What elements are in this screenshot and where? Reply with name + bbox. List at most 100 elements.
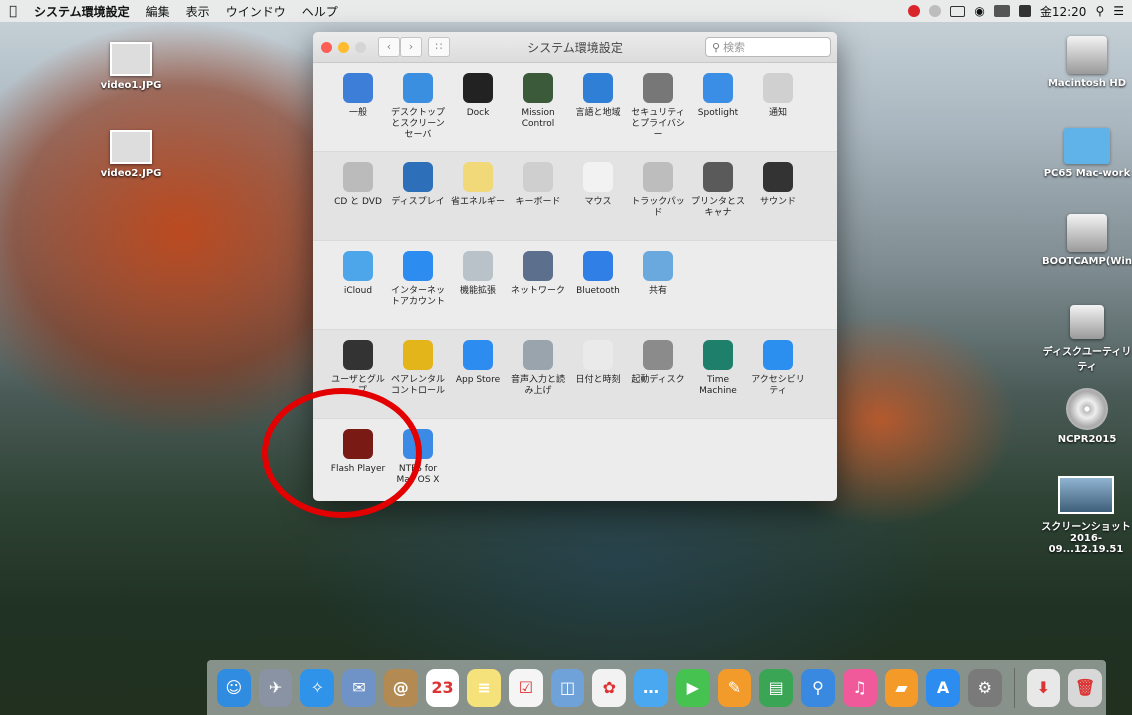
pref-pane-spotlight[interactable]: Spotlight (689, 63, 747, 151)
pref-pane-mission-control[interactable]: Mission Control (509, 63, 567, 151)
notification-center-icon[interactable]: ☰ (1113, 4, 1124, 18)
dock-keynote-icon[interactable]: ⚲ (801, 668, 835, 707)
input-method-icon[interactable] (1018, 5, 1031, 17)
pref-pane-parental[interactable]: ペアレンタルコントロール (389, 330, 447, 418)
search-icon: ⚲ (712, 40, 721, 54)
search-field[interactable]: ⚲ 検索 (705, 37, 831, 57)
dock-safari-icon[interactable]: ✧ (300, 668, 335, 707)
dock-contacts-icon[interactable]: @ (383, 668, 418, 707)
icloud-icon (343, 251, 373, 281)
pref-pane-internet-accounts[interactable]: インターネットアカウント (389, 241, 447, 329)
pref-pane-app-store[interactable]: App Store (449, 330, 507, 418)
desktop-pc65-folder[interactable]: PC65 Mac-work (1042, 128, 1132, 179)
menu-edit[interactable]: 編集 (138, 3, 178, 20)
desktop-file-video2[interactable]: video2.JPG (86, 130, 176, 179)
desktop-item-label: PC65 Mac-work (1043, 168, 1131, 179)
forward-button[interactable]: › (400, 37, 422, 57)
dock-pages-icon[interactable]: ✎ (717, 668, 752, 707)
dock-photos-icon[interactable]: ✿ (592, 668, 627, 707)
dock-facetime-icon[interactable]: ▶ (675, 668, 710, 707)
close-button[interactable] (321, 41, 332, 53)
dock-itunes-icon[interactable]: ♫ (842, 668, 877, 707)
pref-pane-sound[interactable]: サウンド (749, 152, 807, 240)
pref-pane-notifications[interactable]: 通知 (749, 63, 807, 151)
dock-finder-icon[interactable]: ☺ (217, 668, 251, 707)
pref-pane-display[interactable]: ディスプレイ (389, 152, 447, 240)
pref-pane-mouse[interactable]: マウス (569, 152, 627, 240)
camera-status-icon[interactable] (929, 5, 942, 17)
desktop-file-label: video1.JPG (100, 80, 162, 91)
pref-pane-general[interactable]: 一般 (329, 63, 387, 151)
pref-pane-bluetooth[interactable]: Bluetooth (569, 241, 627, 329)
wifi-icon[interactable]: ◉ (974, 4, 984, 18)
pref-pane-label: サウンド (759, 197, 796, 207)
dock-trash-icon[interactable]: 🗑 (1068, 668, 1102, 707)
desktop-disk-utility[interactable]: ディスクユーティリティ (1042, 305, 1132, 373)
status-area: ◉ 金12:20 ⚲ ☰ (908, 0, 1124, 22)
dock-app-store-icon[interactable]: A (926, 668, 960, 707)
pref-pane-dictation[interactable]: 音声入力と読み上げ (509, 330, 567, 418)
menu-help[interactable]: ヘルプ (294, 3, 346, 20)
menu-window[interactable]: ウインドウ (218, 3, 294, 20)
pref-pane-label: アクセシビリティ (751, 375, 805, 396)
dock-system-preferences-icon[interactable]: ⚙ (967, 668, 1002, 707)
desktop-screenshot[interactable]: スクリーンショット 2016-09...12.19.51 (1040, 476, 1132, 555)
spotlight-menu-icon[interactable]: ⚲ (1095, 4, 1104, 18)
pref-pane-time-machine[interactable]: Time Machine (689, 330, 747, 418)
record-status-icon[interactable] (908, 5, 921, 17)
pref-pane-icloud[interactable]: iCloud (329, 241, 387, 329)
dock-numbers-icon[interactable]: ▤ (759, 668, 794, 707)
pref-pane-language[interactable]: 言語と地域 (569, 63, 627, 151)
users-icon (343, 340, 373, 370)
pref-pane-trackpad[interactable]: トラックパッド (629, 152, 687, 240)
zoom-button[interactable] (355, 41, 366, 53)
pref-pane-printer[interactable]: プリンタとスキャナ (689, 152, 747, 240)
pref-pane-network[interactable]: ネットワーク (509, 241, 567, 329)
pref-pane-label: iCloud (343, 286, 373, 296)
pref-pane-startup-disk[interactable]: 起動ディスク (629, 330, 687, 418)
pref-pane-date-time[interactable]: 日付と時刻 (569, 330, 627, 418)
pref-pane-label: インターネットアカウント (390, 286, 445, 307)
pref-pane-label: マウス (584, 197, 612, 207)
pref-pane-extensions[interactable]: 機能拡張 (449, 241, 507, 329)
dock-calendar-icon[interactable]: 23 (425, 668, 460, 707)
show-all-grid-icon[interactable]: ∷ (428, 37, 450, 57)
red-annotation-circle (262, 388, 422, 518)
pref-pane-label: 省エネルギー (450, 197, 505, 207)
energy-icon (463, 162, 493, 192)
pref-pane-label: Time Machine (699, 375, 737, 396)
menu-system-preferences[interactable]: システム環境設定 (26, 3, 138, 20)
dock-preview-icon[interactable]: ◫ (550, 668, 585, 707)
window-titlebar[interactable]: ‹ › ∷ システム環境設定 ⚲ 検索 (313, 32, 837, 63)
clock[interactable]: 金12:20 (1040, 3, 1087, 20)
pref-pane-cd-dvd[interactable]: CD と DVD (329, 152, 387, 240)
pref-pane-label: デスクトップとスクリーンセーバ (390, 108, 445, 140)
pref-pane-dock[interactable]: Dock (449, 63, 507, 151)
dock-notes-icon[interactable]: ≡ (467, 668, 502, 707)
apple-menu-icon[interactable]:  (0, 4, 26, 19)
language-icon (583, 73, 613, 103)
pref-pane-accessibility[interactable]: アクセシビリティ (749, 330, 807, 418)
pref-pane-security[interactable]: セキュリティとプライバシー (629, 63, 687, 151)
dock-launchpad-icon[interactable]: ✈ (258, 668, 293, 707)
pref-pane-sharing[interactable]: 共有 (629, 241, 687, 329)
pref-pane-desktop[interactable]: デスクトップとスクリーンセーバ (389, 63, 447, 151)
pref-pane-keyboard[interactable]: キーボード (509, 152, 567, 240)
dock-ibooks-icon[interactable]: ▰ (884, 668, 919, 707)
desktop-macintosh-hd[interactable]: Macintosh HD (1042, 36, 1132, 89)
airplay-icon[interactable] (950, 5, 966, 17)
dock-messages-icon[interactable]: … (634, 668, 668, 707)
desktop-bootcamp[interactable]: BOOTCAMP(Windows) (1042, 214, 1132, 267)
hard-drive-icon (1067, 36, 1107, 74)
minimize-button[interactable] (338, 41, 349, 53)
menu-view[interactable]: 表示 (178, 3, 218, 20)
dock-mail-icon[interactable]: ✉ (342, 668, 376, 707)
dock-reminders-icon[interactable]: ☑ (509, 668, 543, 707)
desktop-file-video1[interactable]: video1.JPG (86, 42, 176, 91)
sound-icon (763, 162, 793, 192)
battery-icon[interactable] (993, 5, 1010, 17)
dock-downloads-icon[interactable]: ⬇ (1026, 668, 1061, 707)
desktop-ncpr2015[interactable]: NCPR2015 (1042, 388, 1132, 445)
back-button[interactable]: ‹ (378, 37, 400, 57)
pref-pane-energy[interactable]: 省エネルギー (449, 152, 507, 240)
